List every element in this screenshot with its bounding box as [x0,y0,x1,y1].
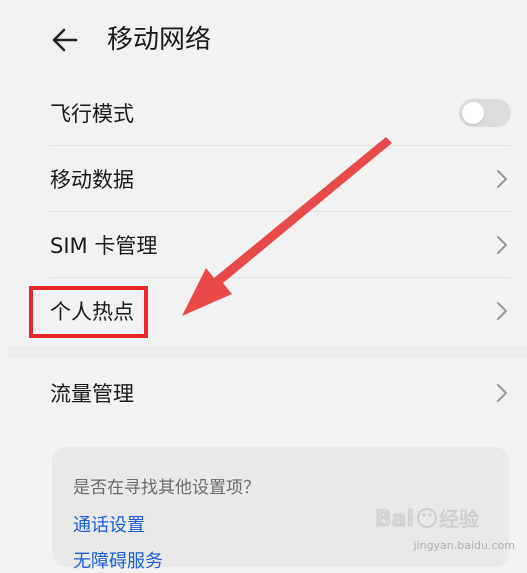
settings-list: 飞行模式 移动数据 SIM 卡管理 个人热点 [0,80,527,350]
settings-list-2: 流量管理 [0,358,527,428]
page-title: 移动网络 [107,25,212,55]
chevron-right-icon [495,168,509,190]
settings-item-data-usage[interactable]: 流量管理 [0,360,527,426]
watermark-url: jingyan.baidu.com [413,539,515,552]
suggestion-link-call-settings[interactable]: 通话设置 [73,511,145,537]
settings-item-label: SIM 卡管理 [50,234,158,258]
chevron-right-icon [495,382,509,404]
airplane-mode-toggle[interactable] [459,99,511,127]
toggle-knob [462,102,484,124]
settings-item-sim-management[interactable]: SIM 卡管理 [0,212,527,278]
settings-item-label: 飞行模式 [50,102,134,126]
section-separator [8,346,527,358]
back-button[interactable] [46,22,86,58]
mobile-network-screen: 移动网络 飞行模式 移动数据 SIM 卡管理 个人热点 流量管理 是否在寻找其他… [0,0,527,572]
suggestion-title: 是否在寻找其他设置项？ [73,478,260,498]
settings-item-label: 流量管理 [50,382,134,406]
suggestion-link-accessibility[interactable]: 无障碍服务 [73,547,163,573]
settings-item-personal-hotspot[interactable]: 个人热点 [0,278,527,344]
chevron-right-icon [495,300,509,322]
arrow-left-icon [52,28,78,52]
settings-item-label: 移动数据 [50,168,134,192]
settings-item-airplane-mode: 飞行模式 [0,80,527,146]
header: 移动网络 [0,0,527,84]
settings-item-label: 个人热点 [50,300,134,324]
settings-item-mobile-data[interactable]: 移动数据 [0,146,527,212]
chevron-right-icon [495,234,509,256]
